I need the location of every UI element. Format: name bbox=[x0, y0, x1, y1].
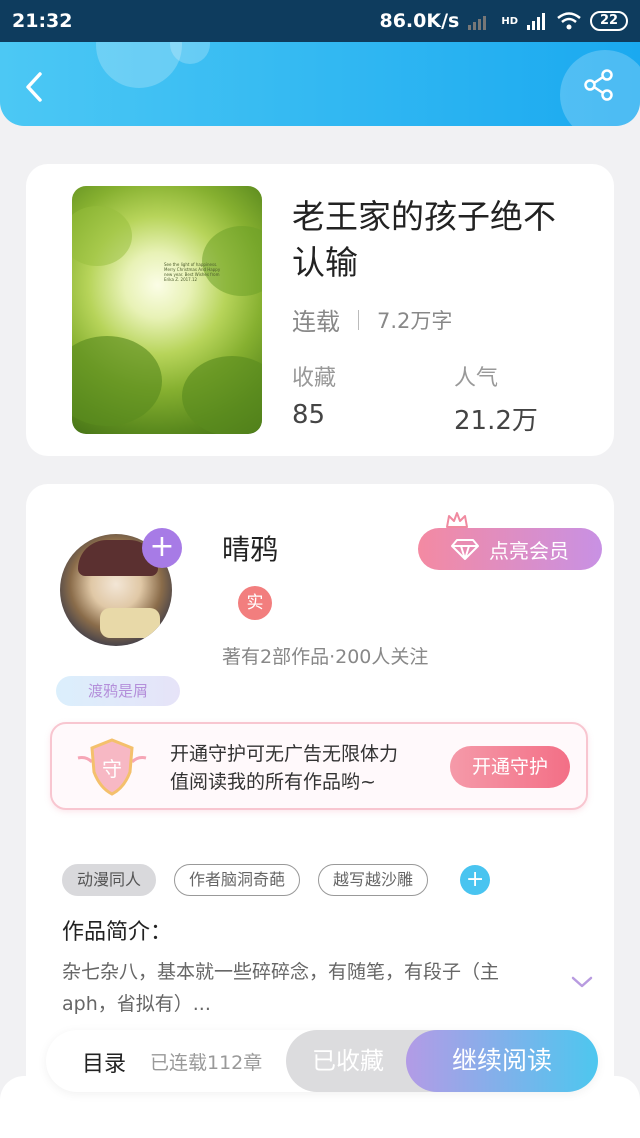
book-cover[interactable]: See the light of happiness. Merry Christ… bbox=[72, 186, 262, 434]
signal-icon bbox=[468, 16, 487, 30]
status-bar: 21:32 86.0K/s HD 22 bbox=[0, 0, 640, 42]
continue-reading-button[interactable]: 继续阅读 bbox=[406, 1030, 598, 1092]
guard-text-line2: 值阅读我的所有作品哟~ bbox=[170, 771, 376, 793]
bottom-action-bar: 目录 已连载112章 已收藏 继续阅读 bbox=[46, 1030, 598, 1092]
battery-icon: 22 bbox=[590, 11, 628, 31]
word-count: 7.2万字 bbox=[377, 308, 453, 333]
author-stats: 著有2部作品·200人关注 bbox=[222, 646, 429, 668]
tag-item[interactable]: 越写越沙雕 bbox=[318, 864, 429, 896]
toc-button[interactable]: 目录 bbox=[82, 1046, 126, 1078]
chevron-down-icon[interactable] bbox=[570, 974, 594, 990]
status-time: 21:32 bbox=[12, 10, 73, 32]
network-type: HD bbox=[501, 15, 518, 27]
diamond-icon bbox=[451, 539, 479, 560]
shield-icon: 守 bbox=[77, 738, 147, 796]
open-guard-button[interactable]: 开通守护 bbox=[450, 746, 570, 788]
collect-label: 收藏 bbox=[292, 366, 337, 391]
cover-text: See the light of happiness. Merry Christ… bbox=[164, 262, 221, 282]
network-speed: 86.0K/s bbox=[379, 10, 460, 32]
cover-foliage bbox=[202, 226, 262, 296]
vip-button[interactable]: 点亮会员 bbox=[418, 528, 602, 570]
wifi-icon bbox=[557, 12, 581, 30]
share-icon[interactable] bbox=[582, 68, 616, 102]
meta-divider bbox=[358, 309, 359, 330]
crown-icon bbox=[446, 512, 468, 528]
guard-promo: 守 开通守护可无广告无限体力 值阅读我的所有作品哟~ 开通守护 bbox=[50, 722, 588, 810]
chapter-count: 已连载112章 bbox=[150, 1052, 263, 1074]
cover-foliage bbox=[182, 356, 262, 434]
fan-badge: 渡鸦是屑 bbox=[56, 676, 180, 706]
avatar-scarf bbox=[100, 608, 160, 638]
collect-value: 85 bbox=[292, 400, 326, 430]
author-name[interactable]: 晴鸦 bbox=[222, 528, 278, 568]
header bbox=[0, 42, 640, 126]
guard-icon-label: 守 bbox=[102, 757, 122, 781]
follow-button[interactable]: + bbox=[142, 528, 182, 568]
guard-text: 开通守护可无广告无限体力 值阅读我的所有作品哟~ bbox=[170, 740, 398, 796]
book-title: 老王家的孩子绝不认输 bbox=[292, 197, 556, 282]
book-meta: 连载 7.2万字 bbox=[292, 302, 452, 337]
cover-foliage bbox=[72, 336, 162, 426]
verified-badge: 实 bbox=[238, 586, 272, 620]
popularity-label: 人气 bbox=[454, 366, 499, 391]
cover-foliage bbox=[72, 206, 132, 266]
tag-item[interactable]: 动漫同人 bbox=[62, 864, 157, 896]
intro-title: 作品简介： bbox=[62, 920, 173, 945]
signal-icon bbox=[527, 13, 545, 30]
add-tag-button[interactable]: + bbox=[460, 865, 491, 895]
book-info-card: See the light of happiness. Merry Christ… bbox=[26, 164, 614, 456]
decor-bubble bbox=[96, 42, 182, 88]
status-indicators: 86.0K/s HD 22 bbox=[379, 10, 628, 32]
intro-text: 杂七杂八，基本就一些碎碎念，有随笔，有段子（主aph，省拟有）... bbox=[62, 961, 500, 1015]
vip-label: 点亮会员 bbox=[489, 538, 569, 563]
guard-text-line1: 开通守护可无广告无限体力 bbox=[170, 743, 399, 765]
popularity-value: 21.2万 bbox=[454, 406, 538, 436]
back-arrow-icon[interactable] bbox=[18, 70, 52, 104]
book-status: 连载 bbox=[292, 308, 340, 336]
tag-list: 动漫同人 作者脑洞奇葩 越写越沙雕 + bbox=[62, 864, 491, 896]
tag-item[interactable]: 作者脑洞奇葩 bbox=[174, 864, 301, 896]
